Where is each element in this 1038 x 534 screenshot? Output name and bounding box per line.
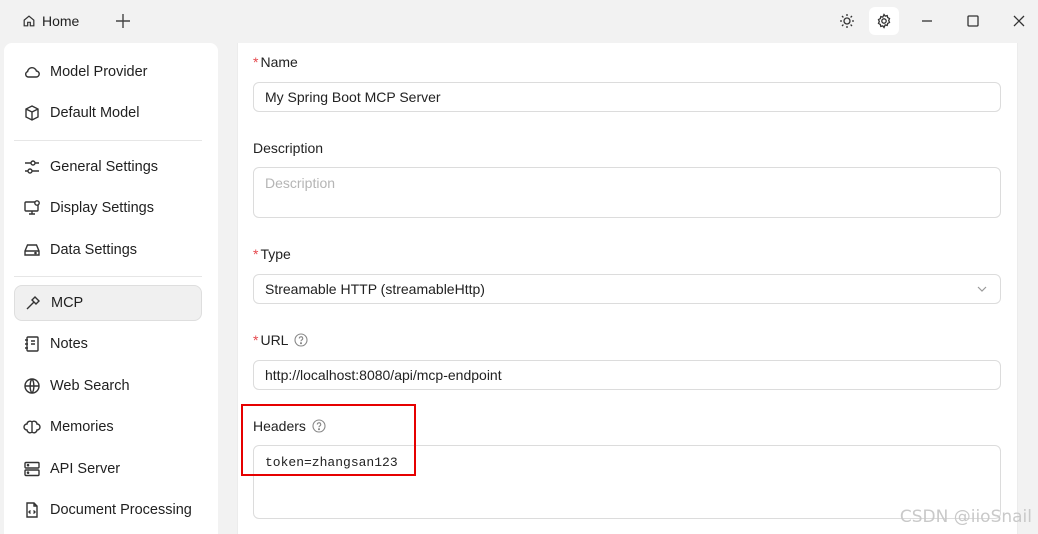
minimize-button[interactable] [912, 7, 942, 35]
required-marker: * [253, 332, 259, 348]
name-input-value: My Spring Boot MCP Server [265, 89, 441, 105]
sidebar-item-label: Display Settings [50, 200, 154, 216]
settings-sidebar: Model Provider Default Model General Set… [4, 43, 218, 534]
required-marker: * [253, 246, 259, 262]
maximize-icon [967, 15, 979, 27]
name-label: * Name [253, 54, 298, 70]
type-label-text: Type [260, 246, 291, 262]
description-label: Description [253, 140, 323, 156]
sidebar-item-label: Default Model [50, 105, 140, 121]
url-label-text: URL [260, 332, 289, 348]
sidebar-item-data-settings[interactable]: Data Settings [14, 232, 202, 268]
home-icon [23, 15, 35, 27]
sidebar-divider [14, 276, 202, 277]
description-label-text: Description [253, 140, 324, 156]
notebook-icon [25, 336, 39, 352]
sidebar-item-mcp[interactable]: MCP [14, 285, 202, 321]
sidebar-item-web-search[interactable]: Web Search [14, 368, 202, 404]
brain-icon [23, 420, 41, 434]
help-icon[interactable] [294, 333, 309, 347]
sidebar-item-label: Data Settings [50, 242, 138, 258]
name-input[interactable]: My Spring Boot MCP Server [253, 82, 1001, 112]
server-icon [24, 461, 40, 477]
type-label: * Type [253, 246, 291, 262]
sidebar-item-label: API Server [50, 461, 121, 477]
cube-icon [25, 105, 39, 121]
theme-toggle-button[interactable] [832, 7, 862, 35]
sidebar-item-memories[interactable]: Memories [14, 409, 202, 445]
tab-home-label: Home [42, 13, 80, 29]
type-select[interactable]: Streamable HTTP (streamableHttp) [253, 274, 1001, 304]
url-label: * URL [253, 332, 309, 348]
minimize-icon [922, 20, 932, 22]
sidebar-item-api-server[interactable]: API Server [14, 451, 202, 487]
tab-home[interactable]: Home [14, 8, 87, 34]
add-tab-button[interactable] [112, 8, 134, 34]
sidebar-item-display-settings[interactable]: Display Settings [14, 190, 202, 226]
sidebar-item-document-processing[interactable]: Document Processing [14, 492, 202, 528]
sidebar-item-label: Notes [50, 336, 88, 352]
monitor-icon [24, 200, 40, 215]
sidebar-item-label: Model Provider [50, 64, 148, 80]
url-input[interactable]: http://localhost:8080/api/mcp-endpoint [253, 360, 1001, 390]
sidebar-item-general-settings[interactable]: General Settings [14, 149, 202, 185]
sidebar-item-label: Memories [50, 419, 114, 435]
sidebar-item-model-provider[interactable]: Model Provider [14, 54, 202, 90]
sidebar-item-label: MCP [51, 295, 84, 311]
name-label-text: Name [260, 54, 298, 70]
sidebar-item-label: Web Search [50, 378, 130, 394]
description-textarea[interactable]: Description [253, 167, 1001, 218]
document-icon [26, 502, 38, 518]
plus-icon [116, 14, 130, 28]
sliders-icon [25, 160, 39, 174]
description-placeholder: Description [265, 175, 336, 191]
title-bar: Home [0, 0, 1038, 43]
watermark: CSDN @iioSnail [899, 507, 1032, 527]
sun-icon [840, 14, 854, 28]
hammer-icon [26, 296, 40, 310]
sidebar-item-label: Document Processing [50, 502, 192, 518]
sidebar-item-default-model[interactable]: Default Model [14, 95, 202, 131]
maximize-button[interactable] [958, 7, 988, 35]
drive-icon [24, 244, 40, 256]
cloud-icon [25, 67, 40, 78]
gear-icon [877, 13, 891, 29]
settings-button[interactable] [869, 7, 899, 35]
headers-highlight-box [241, 404, 416, 476]
chevron-down-icon [977, 286, 987, 292]
globe-icon [24, 378, 40, 394]
sidebar-item-notes[interactable]: Notes [14, 326, 202, 362]
required-marker: * [253, 54, 259, 70]
sidebar-divider [14, 140, 202, 141]
close-icon [1013, 15, 1025, 27]
sidebar-item-label: General Settings [50, 159, 159, 175]
type-select-value: Streamable HTTP (streamableHttp) [265, 281, 485, 297]
url-input-value: http://localhost:8080/api/mcp-endpoint [265, 367, 502, 383]
close-button[interactable] [1004, 7, 1034, 35]
